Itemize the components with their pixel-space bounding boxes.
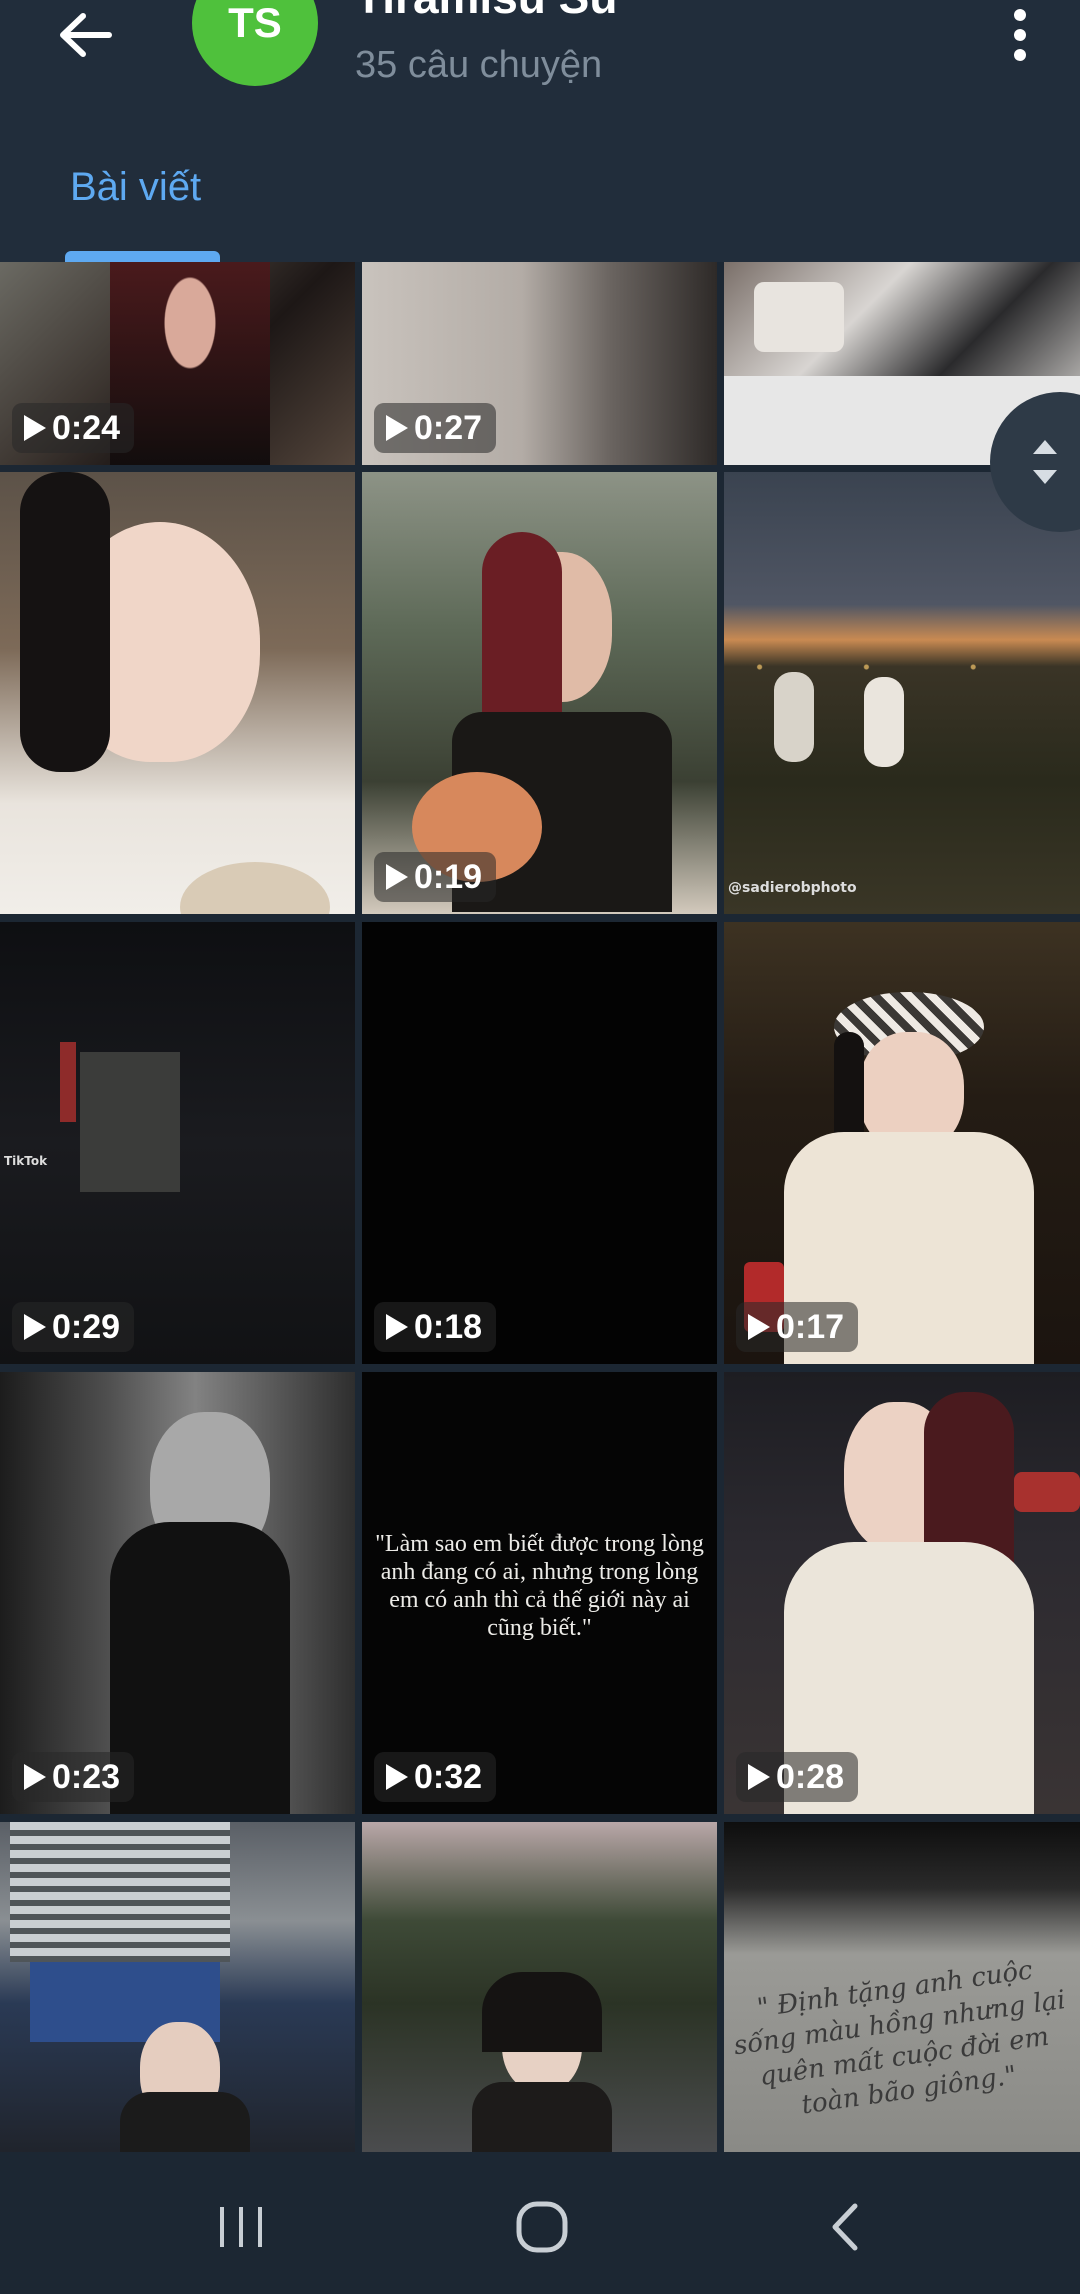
arrow-left-icon — [60, 13, 112, 57]
story-tile[interactable] — [362, 1822, 717, 2152]
play-icon — [748, 1314, 770, 1340]
play-icon — [24, 1764, 46, 1790]
app-bar: TS Tiramisu Su 35 câu chuyện Bài viết — [0, 0, 1080, 262]
story-tile[interactable]: 0:19 — [362, 472, 717, 914]
chevron-left-icon — [832, 2203, 858, 2251]
story-tile[interactable]: 0:27 — [362, 262, 717, 465]
story-tile[interactable]: " Định tặng anh cuộc sống màu hồng nhưng… — [724, 1822, 1080, 2152]
profile-title: Tiramisu Su — [355, 0, 617, 24]
quote-caption: "Làm sao em biết được trong lòng anh đan… — [375, 1531, 704, 1641]
back-button[interactable] — [40, 0, 130, 70]
play-icon — [386, 415, 408, 441]
story-tile[interactable]: 0:17 — [724, 922, 1080, 1364]
play-icon — [748, 1764, 770, 1790]
handwritten-caption: " Định tặng anh cuộc sống màu hồng nhưng… — [731, 1955, 1068, 2121]
story-tile[interactable]: "Làm sao em biết được trong lòng anh đan… — [362, 1372, 717, 1814]
home-button[interactable] — [497, 2192, 587, 2262]
video-duration: 0:19 — [374, 852, 497, 902]
story-tile[interactable] — [0, 1822, 355, 2152]
story-tile[interactable]: 0:24 — [0, 262, 355, 465]
video-duration: 0:28 — [736, 1752, 859, 1802]
video-duration: 0:23 — [12, 1752, 135, 1802]
play-icon — [24, 1314, 46, 1340]
screen: TS Tiramisu Su 35 câu chuyện Bài viết 0:… — [0, 0, 1080, 2294]
scroll-arrows-icon — [1033, 440, 1057, 484]
story-tile[interactable]: TikTok 0:29 — [0, 922, 355, 1364]
system-navigation-bar — [0, 2152, 1080, 2294]
story-tile[interactable]: 0:23 — [0, 1372, 355, 1814]
story-tile[interactable]: 0:18 — [362, 922, 717, 1364]
play-icon — [24, 415, 46, 441]
story-count: 35 câu chuyện — [355, 44, 603, 86]
system-back-button[interactable] — [800, 2192, 890, 2262]
tiktok-watermark: TikTok — [4, 1154, 48, 1168]
more-options-button[interactable] — [980, 0, 1060, 70]
more-vertical-icon — [1014, 9, 1026, 61]
video-duration: 0:32 — [374, 1752, 497, 1802]
photo-watermark: @sadierobphoto — [728, 880, 857, 896]
story-tile[interactable] — [0, 472, 355, 914]
video-duration: 0:17 — [736, 1302, 859, 1352]
recent-apps-button[interactable] — [196, 2192, 286, 2262]
play-icon — [386, 1314, 408, 1340]
video-duration: 0:24 — [12, 403, 135, 453]
home-icon — [516, 2201, 568, 2253]
story-tile[interactable]: @sadierobphoto — [724, 472, 1080, 914]
play-icon — [386, 864, 408, 890]
video-duration: 0:27 — [374, 403, 497, 453]
tab-posts[interactable]: Bài viết — [70, 165, 201, 210]
avatar[interactable]: TS — [192, 0, 318, 86]
recent-apps-icon — [220, 2207, 262, 2247]
video-duration: 0:29 — [12, 1302, 135, 1352]
story-tile[interactable]: 0:28 — [724, 1372, 1080, 1814]
play-icon — [386, 1764, 408, 1790]
video-duration: 0:18 — [374, 1302, 497, 1352]
media-grid: 0:24 0:27 0:19 @sadierobphoto TikTok 0:2… — [0, 262, 1080, 2152]
tab-indicator — [65, 251, 220, 262]
